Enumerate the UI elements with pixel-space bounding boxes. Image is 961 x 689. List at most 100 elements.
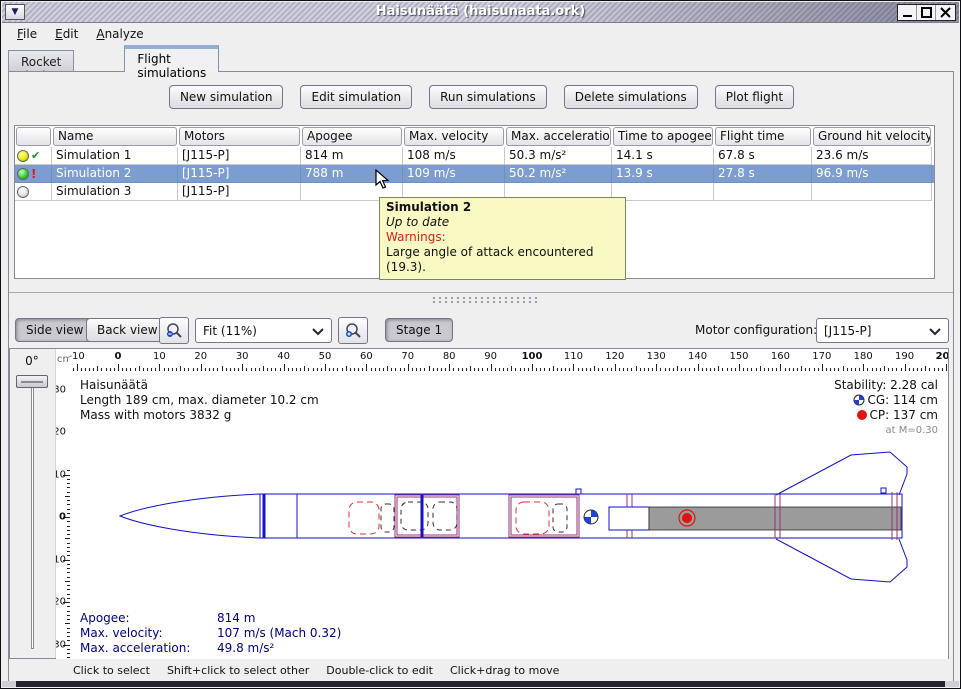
mach-condition: at M=0.30 [834,423,938,438]
ruler-label: -30 [56,384,66,395]
table-cell[interactable]: Simulation 1 [52,147,178,165]
rotation-slider-track[interactable] [31,379,34,649]
ruler-label: 180 [854,351,873,362]
stage-toggle-button[interactable]: Stage 1 [385,318,453,342]
table-cell[interactable]: 109 m/s [403,165,505,183]
table-row[interactable]: !Simulation 2[J115-P]788 m109 m/s50.2 m/… [15,165,934,183]
ruler-label: 70 [401,351,414,362]
ruler-tick [905,364,906,371]
green-status-ball-icon [17,168,29,180]
ruler-tick [532,364,533,371]
window-bottom-border [2,681,959,687]
apogee-value: 814 m [217,611,255,626]
fin-top[interactable] [776,452,907,495]
table-cell[interactable] [612,183,714,201]
delete-simulations-button[interactable]: Delete simulations [564,85,698,109]
run-simulations-button[interactable]: Run simulations [429,85,547,109]
ruler-tick [77,364,78,371]
zoom-out-button[interactable] [159,317,189,344]
table-cell[interactable]: Simulation 3 [52,183,178,201]
table-cell[interactable]: Simulation 2 [52,165,178,183]
motor-configuration-select[interactable]: [J115-P] [816,318,949,343]
table-row[interactable]: ✔Simulation 1[J115-P]814 m108 m/s50.3 m/… [15,147,934,165]
column-header-flight-time[interactable]: Flight time [714,126,812,147]
launch-lug[interactable] [576,489,581,494]
table-cell[interactable]: [J115-P] [178,147,301,165]
window-controls [897,4,956,21]
rotation-slider-handle[interactable] [16,375,48,388]
chevron-down-icon [312,328,324,336]
table-cell[interactable]: 814 m [301,147,403,165]
resize-corner-right[interactable] [945,681,959,687]
cp-value: CP: 137 cm [870,408,938,422]
table-cell[interactable]: 27.8 s [714,165,812,183]
column-header-ground-hit-velocity[interactable]: Ground hit velocity [812,126,932,147]
column-header-motors[interactable]: Motors [178,126,301,147]
table-cell[interactable]: 67.8 s [714,147,812,165]
fin-bottom[interactable] [776,539,907,582]
ruler-label: -20 [56,427,66,438]
table-cell[interactable] [714,183,812,201]
status-cell[interactable]: ✔ [15,147,52,165]
table-cell[interactable]: 50.3 m/s² [505,147,612,165]
column-header-name[interactable]: Name [52,126,178,147]
minimize-button[interactable] [898,5,917,20]
close-button[interactable] [936,5,955,20]
status-cell[interactable] [15,183,52,201]
column-header-time-to-apogee[interactable]: Time to apogee [612,126,714,147]
window-title: Haisunäätä (haisunaata.ork) [2,4,959,19]
maximize-button[interactable] [917,5,936,20]
column-header-apogee[interactable]: Apogee [301,126,403,147]
rocket-dimensions: Length 189 cm, max. diameter 10.2 cm [80,393,319,408]
menu-file[interactable]: File [8,25,46,43]
tab-rocket-design[interactable]: Rocket design [8,50,74,72]
tab-flight-simulations[interactable]: Flight simulations [124,45,219,72]
launch-lug[interactable] [881,488,886,493]
ruler-tick [946,364,947,371]
nose-cone[interactable] [120,494,260,538]
stability-info: Stability: 2.28 cal CG: 114 cm CP: 137 c… [834,378,938,438]
motor-mount-tube[interactable] [609,507,649,530]
table-cell[interactable]: 13.9 s [612,165,714,183]
table-cell[interactable] [812,183,932,201]
menu-edit[interactable]: Edit [46,25,87,43]
table-cell[interactable]: 50.2 m/s² [505,165,612,183]
rocket-info: Haisunäätä Length 189 cm, max. diameter … [80,378,319,423]
rocket-canvas[interactable]: Haisunäätä Length 189 cm, max. diameter … [70,371,948,659]
ruler-label: 170 [812,351,831,362]
status-cell[interactable]: ! [15,165,52,183]
column-header-status[interactable] [15,126,52,147]
table-cell[interactable]: [J115-P] [178,183,301,201]
back-view-button[interactable]: Back view [86,318,169,342]
title-bar[interactable]: ▼ Haisunäätä (haisunaata.ork) [2,2,959,23]
table-cell[interactable]: 108 m/s [403,147,505,165]
table-cell[interactable]: [J115-P] [178,165,301,183]
table-cell[interactable]: 23.6 m/s [812,147,932,165]
ruler-label: 90 [484,351,497,362]
max-acceleration-label: Max. acceleration: [80,641,217,656]
split-divider-handle[interactable] [431,296,541,304]
ruler-label: -10 [70,351,85,362]
column-header-max-velocity[interactable]: Max. velocity [403,126,505,147]
zoom-level-select[interactable]: Fit (11%) [195,318,332,343]
ruler-label: 80 [443,351,456,362]
new-simulation-button[interactable]: New simulation [169,85,284,109]
split-divider-line [9,292,953,293]
resize-corner-left[interactable] [2,681,16,687]
menu-analyze[interactable]: Analyze [87,25,152,43]
ruler-tick [698,364,699,371]
motor-configuration-value: [J115-P] [824,324,871,338]
ruler-label: 30 [56,639,66,650]
table-cell[interactable]: 96.9 m/s [812,165,932,183]
side-view-button[interactable]: Side view [15,318,94,342]
hint-text: Click to select [73,664,150,677]
ruler-label: 10 [56,554,66,565]
column-header-max-acceleration[interactable]: Max. acceleration [505,126,612,147]
zoom-in-button[interactable] [338,317,368,344]
table-cell[interactable]: 14.1 s [612,147,714,165]
hint-bar: Click to selectShift+click to select oth… [9,664,953,682]
zoom-in-icon [344,322,362,340]
edit-simulation-button[interactable]: Edit simulation [300,85,412,109]
plot-flight-button[interactable]: Plot flight [715,85,794,109]
ruler-tick [739,364,740,371]
